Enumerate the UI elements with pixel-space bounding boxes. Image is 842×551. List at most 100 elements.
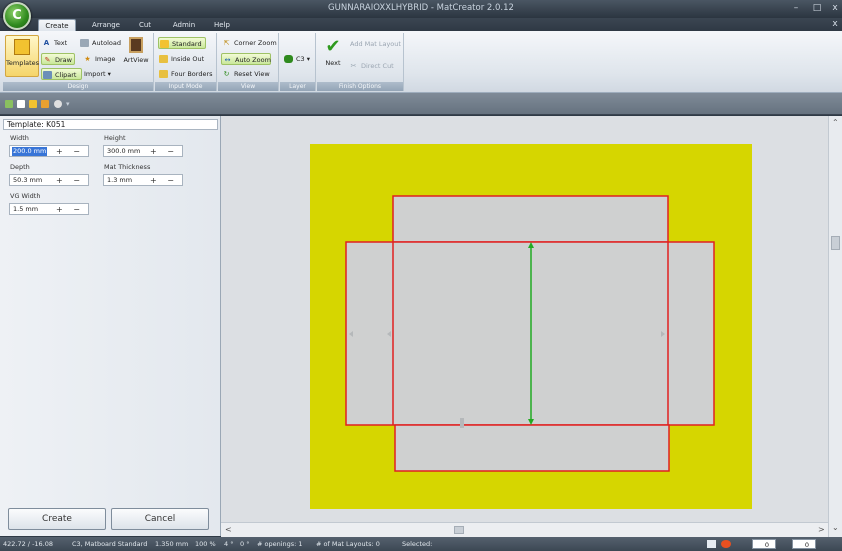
tab-help[interactable]: Help — [210, 19, 234, 31]
direct-cut-button[interactable]: ✂ Direct Cut — [348, 60, 394, 72]
vg-width-value: 1.5 mm — [13, 205, 39, 213]
layer-dropdown[interactable]: C3 ▾ — [283, 53, 310, 65]
mat-thickness-plus-minus[interactable]: + − — [150, 175, 178, 186]
spin-input-2[interactable]: 0 — [792, 539, 816, 549]
cancel-button[interactable]: Cancel — [111, 508, 209, 530]
vg-width-plus-minus[interactable]: + − — [56, 204, 84, 215]
height-plus-minus[interactable]: + − — [150, 146, 178, 157]
template-title: Template: K051 — [3, 119, 218, 130]
corner-zoom-button[interactable]: ⇱ Corner Zoom — [221, 37, 277, 49]
draw-button[interactable]: ✎ Draw — [41, 53, 75, 65]
create-button[interactable]: Create — [8, 508, 106, 530]
inside-out-button[interactable]: Inside Out — [158, 53, 204, 65]
mat-drawing[interactable] — [221, 116, 829, 522]
artview-button[interactable]: ArtView — [121, 37, 151, 75]
ribbon: Templates A Text Autoload ✎ Draw ★ Image Cl… — [0, 31, 842, 93]
four-borders-icon — [159, 70, 168, 78]
next-label: Next — [325, 59, 341, 67]
group-input-mode: Standard Inside Out Four Borders Input M… — [155, 33, 217, 91]
checkmark-icon: ✔ — [325, 36, 341, 57]
clipart-icon — [43, 71, 52, 79]
height-input[interactable]: 300.0 mm + − — [103, 145, 183, 157]
reset-view-button[interactable]: ↻ Reset View — [221, 68, 270, 80]
mat-thickness-label: Mat Thickness — [104, 163, 151, 171]
status-thickness: 1.350 mm — [155, 540, 189, 548]
autoload-button[interactable]: Autoload — [79, 37, 121, 49]
tab-arrange[interactable]: Arrange — [88, 19, 124, 31]
vg-width-input[interactable]: 1.5 mm + − — [9, 203, 89, 215]
panel-top[interactable] — [392, 195, 669, 243]
group-view: ⇱ Corner Zoom ↔ Auto Zoom ↻ Reset View View — [218, 33, 279, 91]
layout-view-icon[interactable] — [707, 540, 716, 548]
template-panel: Template: K051 Width 200.0 mm + − Height… — [0, 116, 221, 536]
artview-icon — [129, 37, 143, 53]
scroll-left-icon[interactable]: < — [225, 525, 232, 534]
mat-thickness-input[interactable]: 1.3 mm + − — [103, 174, 183, 186]
quick-toolbar: ▾ — [0, 93, 842, 115]
text-icon: A — [43, 39, 50, 47]
scroll-down-icon[interactable]: ⌄ — [832, 523, 839, 532]
image-icon: ★ — [84, 55, 91, 63]
height-label: Height — [104, 134, 126, 142]
record-icon[interactable] — [54, 100, 62, 108]
save-icon[interactable] — [41, 100, 49, 108]
vg-width-label: VG Width — [10, 192, 41, 200]
design-canvas[interactable] — [221, 116, 829, 522]
group-finish-options: ✔ Next Add Mat Layout ✂ Direct Cut Finish… — [317, 33, 404, 91]
width-plus-minus[interactable]: + − — [56, 146, 84, 157]
vertical-scroll-thumb[interactable] — [831, 236, 840, 250]
status-selected: Selected: — [402, 540, 433, 548]
stop-icon[interactable] — [721, 540, 731, 548]
image-button[interactable]: ★ Image — [82, 53, 115, 65]
panel-middle[interactable] — [345, 241, 715, 426]
text-button[interactable]: A Text — [41, 37, 67, 49]
status-bar: 422.72 / -16.08 C3, Matboard Standard 1.… — [0, 537, 842, 551]
handle-bottom[interactable] — [460, 418, 464, 428]
direct-cut-icon: ✂ — [350, 62, 357, 70]
standard-button[interactable]: Standard — [158, 37, 206, 49]
status-openings: # openings: 1 — [257, 540, 303, 548]
tab-cut[interactable]: Cut — [133, 19, 157, 31]
auto-zoom-button[interactable]: ↔ Auto Zoom — [221, 53, 271, 65]
depth-value: 50.3 mm — [13, 176, 43, 184]
next-button[interactable]: ✔ Next — [319, 37, 347, 75]
customize-icon[interactable]: ▾ — [66, 100, 74, 108]
close-button[interactable]: x — [829, 2, 841, 14]
status-zoom: 100 % — [195, 540, 216, 548]
open-folder-icon[interactable] — [29, 100, 37, 108]
layers-icon[interactable] — [5, 100, 13, 108]
new-document-icon[interactable] — [17, 100, 25, 108]
group-label-layer: Layer — [280, 82, 315, 91]
four-borders-button[interactable]: Four Borders — [158, 68, 213, 80]
minimize-button[interactable]: – — [790, 2, 802, 14]
title-bar: GUNNARAIOXXLHYBRID - MatCreator 2.0.12 –… — [0, 0, 842, 18]
horizontal-scroll-thumb[interactable] — [454, 526, 464, 534]
add-mat-layout-button[interactable]: Add Mat Layout — [348, 38, 401, 50]
maximize-button[interactable]: □ — [811, 2, 823, 14]
import-button[interactable]: Import ▾ — [72, 68, 111, 80]
templates-button[interactable]: Templates — [5, 35, 39, 77]
width-input[interactable]: 200.0 mm + − — [9, 145, 89, 157]
status-angle-1: 4 ° — [224, 540, 234, 548]
inside-out-icon — [159, 55, 168, 63]
tab-admin[interactable]: Admin — [170, 19, 198, 31]
depth-plus-minus[interactable]: + − — [56, 175, 84, 186]
width-label: Width — [10, 134, 29, 142]
pencil-icon: ✎ — [44, 56, 51, 64]
ribbon-close-button[interactable]: x — [829, 18, 841, 30]
scroll-up-icon[interactable]: ⌃ — [832, 118, 839, 127]
artview-label: ArtView — [123, 56, 149, 64]
scroll-right-icon[interactable]: > — [818, 525, 825, 534]
horizontal-scrollbar[interactable]: < > — [221, 522, 828, 537]
depth-input[interactable]: 50.3 mm + − — [9, 174, 89, 186]
group-label-finish-options: Finish Options — [317, 82, 403, 91]
vertical-scrollbar[interactable]: ⌃ ⌄ — [828, 116, 842, 537]
panel-bottom[interactable] — [394, 424, 670, 472]
status-coordinates: 422.72 / -16.08 — [3, 540, 54, 548]
spin-input-1[interactable]: 0 — [752, 539, 776, 549]
layer-icon — [284, 55, 293, 63]
group-design: Templates A Text Autoload ✎ Draw ★ Image Cl… — [3, 33, 154, 91]
templates-label: Templates — [6, 59, 40, 67]
app-menu-orb[interactable]: C — [3, 2, 31, 30]
tab-create[interactable]: Create — [38, 19, 76, 31]
